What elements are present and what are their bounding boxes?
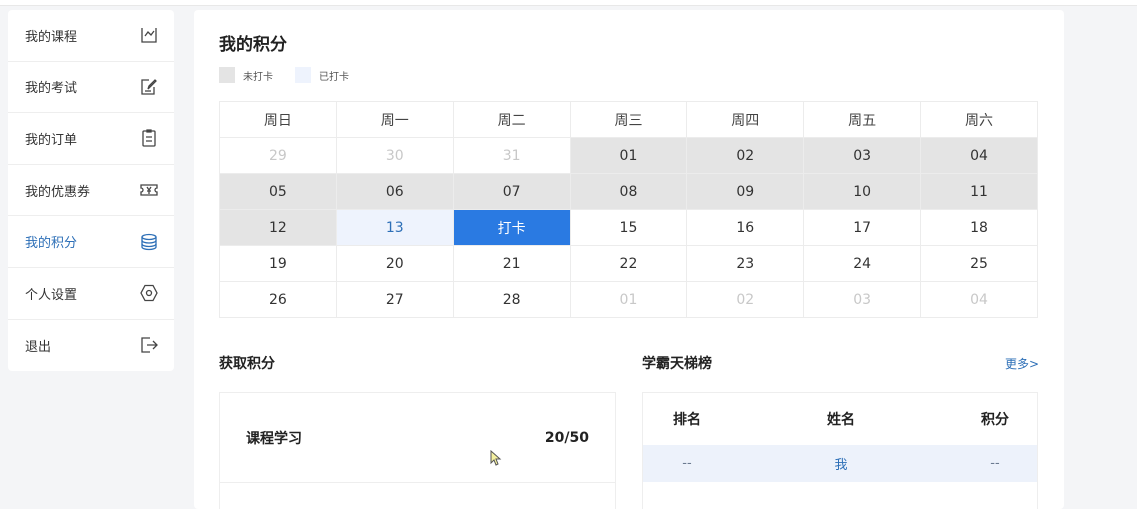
sidebar-item-my-exams[interactable]: 我的考试	[8, 62, 174, 114]
calendar-day-cell: 04	[920, 137, 1038, 174]
logout-icon	[139, 335, 159, 355]
legend-swatch-unchecked	[219, 67, 235, 83]
calendar-day-cell: 02	[686, 137, 805, 174]
checkin-calendar: 周日 周一 周二 周三 周四 周五 周六 29 30 31 01 02 03 04 05 06 0…	[219, 101, 1038, 318]
sidebar-item-my-courses[interactable]: 我的课程	[8, 10, 174, 62]
calendar-day-cell: 01	[569, 281, 688, 318]
calendar-day-cell: 22	[569, 245, 688, 282]
sidebar-item-label: 我的考试	[25, 81, 78, 97]
calendar-day-cell: 20	[335, 245, 454, 282]
rank-score: --	[990, 456, 1000, 471]
sidebar-item-my-coupons[interactable]: 我的优惠券	[8, 165, 174, 217]
calendar-week-row: 29 30 31 01 02 03 04	[219, 137, 1038, 174]
calendar-day-cell: 18	[920, 209, 1038, 246]
calendar-day-cell: 29	[219, 137, 337, 174]
ranking-more-link[interactable]: 更多>	[1005, 355, 1039, 372]
sidebar-item-logout[interactable]: 退出	[8, 320, 174, 372]
mouse-cursor-icon	[490, 450, 502, 466]
legend-swatch-checked	[295, 67, 311, 83]
sidebar-item-label: 我的课程	[25, 29, 78, 45]
edit-icon	[139, 77, 159, 97]
calendar-legend: 未打卡 已打卡	[219, 67, 371, 83]
ranking-table: 排名 姓名 积分 -- 我 --	[642, 392, 1038, 509]
weekday-header: 周六	[920, 101, 1038, 138]
sidebar-item-label: 个人设置	[25, 287, 78, 303]
calendar-day-cell: 30	[335, 137, 454, 174]
calendar-day-cell: 23	[686, 245, 805, 282]
header-rank: 排名	[673, 412, 701, 428]
calendar-day-cell: 27	[335, 281, 454, 318]
calendar-day-cell: 07	[452, 173, 571, 210]
legend-label: 已打卡	[319, 71, 349, 83]
settings-hexagon-icon	[139, 283, 159, 303]
earn-points-list: 课程学习 20/50	[219, 392, 616, 509]
calendar-day-cell: 24	[803, 245, 922, 282]
calendar-day-cell: 03	[803, 137, 922, 174]
legend-label: 未打卡	[243, 71, 273, 83]
earn-row-course-study: 课程学习 20/50	[220, 393, 615, 483]
sidebar-item-label: 我的订单	[25, 132, 78, 148]
header-score: 积分	[981, 412, 1009, 428]
calendar-day-cell: 15	[569, 209, 688, 246]
calendar-day-cell: 06	[335, 173, 454, 210]
earn-progress: 20/50	[544, 429, 589, 446]
earn-label: 课程学习	[246, 430, 302, 447]
weekday-header: 周二	[452, 101, 571, 138]
sidebar: 我的课程 我的考试 我的订单 我的优惠券 我的积分 个人设置 退出	[8, 10, 174, 371]
legend-unchecked: 未打卡	[219, 67, 273, 83]
calendar-day-cell: 17	[803, 209, 922, 246]
calendar-week-row: 26 27 28 01 02 03 04	[219, 281, 1038, 318]
legend-checked: 已打卡	[295, 67, 349, 83]
calendar-day-cell: 19	[219, 245, 337, 282]
sidebar-item-label: 我的积分	[25, 236, 78, 252]
sidebar-item-label: 退出	[25, 339, 52, 355]
points-panel: 我的积分 未打卡 已打卡 周日 周一 周二 周三 周四 周五 周六 29 30 31…	[194, 10, 1064, 509]
calendar-day-cell: 10	[803, 173, 922, 210]
coins-icon	[139, 232, 159, 252]
clipboard-icon	[139, 128, 159, 148]
calendar-day-cell: 13	[335, 209, 454, 246]
calendar-week-row: 05 06 07 08 09 10 11	[219, 173, 1038, 210]
weekday-header: 周四	[686, 101, 805, 138]
calendar-day-cell: 28	[452, 281, 571, 318]
calendar-day-cell: 21	[452, 245, 571, 282]
top-bar	[0, 0, 1137, 6]
coupon-icon	[139, 180, 159, 200]
calendar-day-cell: 26	[219, 281, 337, 318]
calendar-day-cell: 12	[219, 209, 337, 246]
weekday-header: 周一	[335, 101, 454, 138]
rank-value: --	[682, 456, 692, 471]
page-title: 我的积分	[219, 35, 287, 55]
weekday-header: 周三	[569, 101, 688, 138]
rank-name: 我	[834, 458, 848, 473]
checkin-button[interactable]: 打卡	[452, 209, 571, 246]
ranking-header: 排名 姓名 积分	[643, 393, 1037, 445]
weekday-header: 周日	[219, 101, 337, 138]
ranking-title: 学霸天梯榜	[642, 356, 712, 372]
calendar-day-cell: 08	[569, 173, 688, 210]
sidebar-item-my-points[interactable]: 我的积分	[8, 216, 174, 268]
calendar-week-row: 19 20 21 22 23 24 25	[219, 245, 1038, 282]
weekday-header: 周五	[803, 101, 922, 138]
sidebar-item-settings[interactable]: 个人设置	[8, 268, 174, 320]
sidebar-item-label: 我的优惠券	[25, 184, 91, 200]
sidebar-item-my-orders[interactable]: 我的订单	[8, 113, 174, 165]
calendar-day-cell: 05	[219, 173, 337, 210]
calendar-day-cell: 16	[686, 209, 805, 246]
calendar-day-cell: 11	[920, 173, 1038, 210]
calendar-day-cell: 04	[920, 281, 1038, 318]
calendar-day-cell: 02	[686, 281, 805, 318]
header-name: 姓名	[827, 412, 855, 428]
calendar-day-cell: 01	[569, 137, 688, 174]
calendar-week-row: 12 13 打卡 15 16 17 18	[219, 209, 1038, 246]
ranking-row-me: -- 我 --	[643, 445, 1037, 482]
calendar-day-cell: 31	[452, 137, 571, 174]
calendar-day-cell: 09	[686, 173, 805, 210]
earn-points-title: 获取积分	[219, 356, 275, 372]
chart-line-icon	[139, 25, 159, 45]
calendar-day-cell: 03	[803, 281, 922, 318]
calendar-day-cell: 25	[920, 245, 1038, 282]
